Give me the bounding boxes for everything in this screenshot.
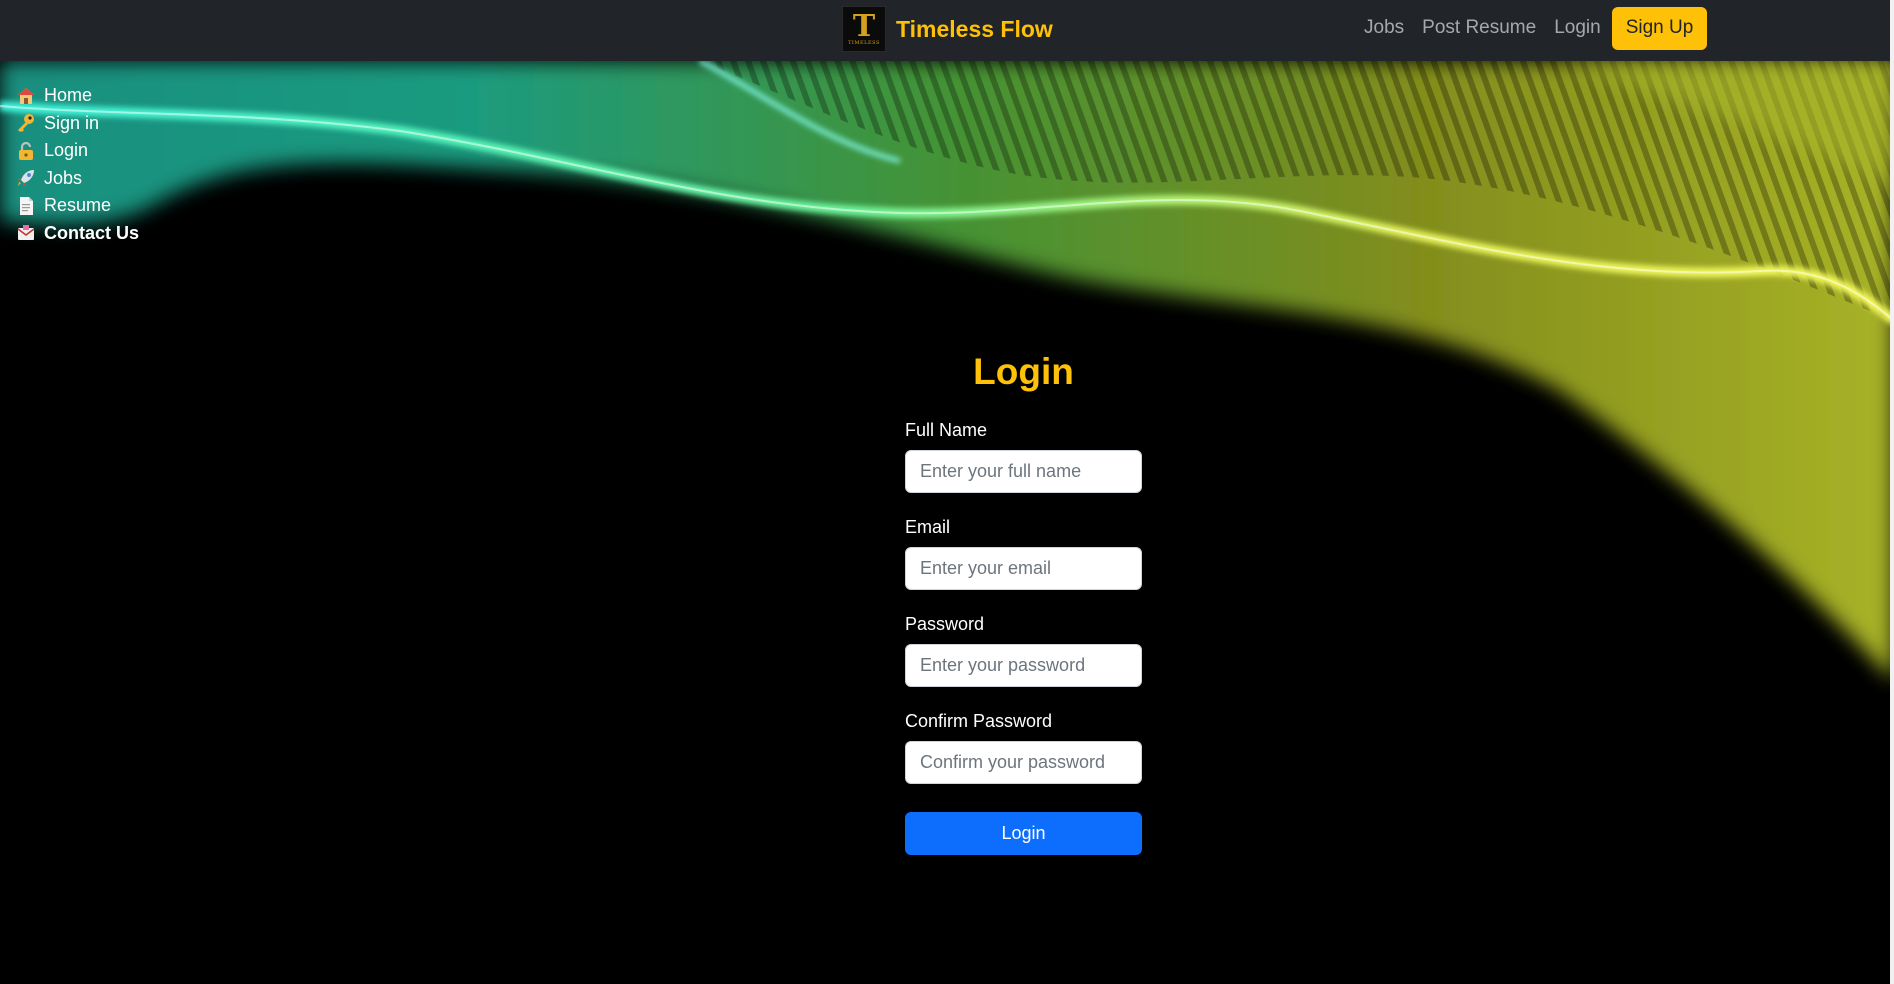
password-group: Password <box>905 610 1142 687</box>
page-title: Login <box>973 351 1074 392</box>
confirm-password-group: Confirm Password <box>905 707 1142 784</box>
full-name-group: Full Name <box>905 416 1142 493</box>
sidebar-item-resume[interactable]: Resume <box>16 192 139 220</box>
brand-name: Timeless Flow <box>896 15 1053 42</box>
email-input[interactable] <box>905 547 1142 590</box>
house-icon <box>18 87 34 104</box>
nav-links: Jobs Post Resume Login Sign Up <box>1355 6 1708 50</box>
sign-up-button[interactable]: Sign Up <box>1611 6 1708 50</box>
password-input[interactable] <box>905 644 1142 687</box>
email-label: Email <box>905 517 951 537</box>
login-form: Login Full Name Email Password Confirm P… <box>905 350 1142 855</box>
sidebar-item-label: Jobs <box>44 167 83 188</box>
sidebar-item-label: Login <box>44 140 89 161</box>
login-submit-button[interactable]: Login <box>905 812 1142 855</box>
sidebar-item-sign-in[interactable]: Sign in <box>16 110 139 138</box>
nav-link-login[interactable]: Login <box>1545 17 1610 39</box>
document-icon <box>20 196 33 215</box>
lock-icon <box>19 141 33 160</box>
scrollbar-track[interactable] <box>1890 0 1894 984</box>
nav-link-post-resume[interactable]: Post Resume <box>1413 17 1545 39</box>
page: T TIMELESS Timeless Flow Jobs Post Resum… <box>0 0 1894 984</box>
sidebar-menu: Home Sign in Login Jobs Resume Contact U… <box>16 82 139 247</box>
sidebar-item-login[interactable]: Login <box>16 137 139 165</box>
full-name-input[interactable] <box>905 450 1142 493</box>
sidebar-item-jobs[interactable]: Jobs <box>16 165 139 193</box>
sidebar-item-label: Contact Us <box>44 222 140 243</box>
top-navbar: T TIMELESS Timeless Flow Jobs Post Resum… <box>0 0 1894 61</box>
rocket-icon <box>18 170 34 187</box>
nav-link-jobs[interactable]: Jobs <box>1355 17 1413 39</box>
brand-link[interactable]: T TIMELESS Timeless Flow <box>842 6 1053 52</box>
full-name-label: Full Name <box>905 420 988 440</box>
sidebar-item-label: Home <box>44 85 93 106</box>
sidebar-item-home[interactable]: Home <box>16 82 139 110</box>
sidebar-item-contact-us[interactable]: Contact Us <box>16 220 139 248</box>
sidebar-item-label: Sign in <box>44 112 100 133</box>
password-label: Password <box>905 614 985 634</box>
confirm-password-label: Confirm Password <box>905 711 1053 731</box>
envelope-icon <box>17 225 35 241</box>
confirm-password-input[interactable] <box>905 741 1142 784</box>
key-icon <box>18 114 34 133</box>
sidebar-item-label: Resume <box>44 195 112 216</box>
brand-logo-icon: T TIMELESS <box>842 6 886 52</box>
email-group: Email <box>905 513 1142 590</box>
